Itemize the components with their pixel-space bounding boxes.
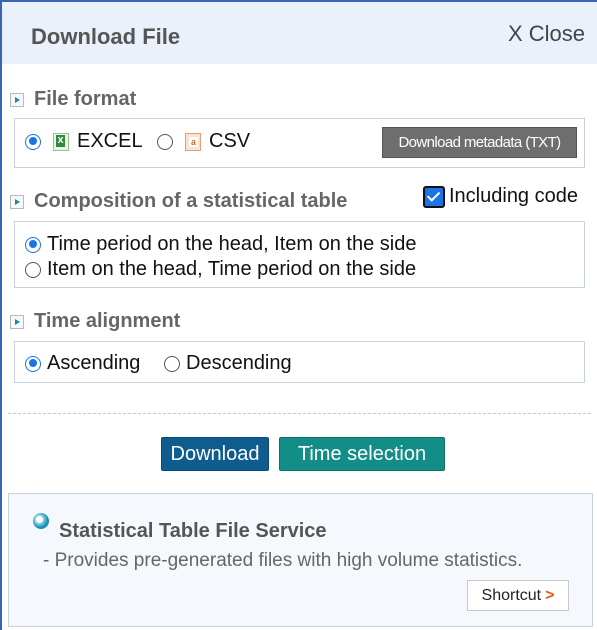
excel-file-icon <box>53 132 69 151</box>
service-description: - Provides pre-generated files with high… <box>43 550 523 571</box>
section-arrow-icon <box>10 194 24 209</box>
csv-radio[interactable] <box>157 133 173 150</box>
section-arrow-icon <box>10 314 24 329</box>
section-composition: Composition of a statistical table <box>10 190 347 213</box>
composition-option-item-head[interactable]: Item on the head, Time period on the sid… <box>25 258 416 281</box>
chevron-right-icon: > <box>545 586 555 604</box>
including-code-label: Including code <box>449 185 578 207</box>
ascending-radio[interactable] <box>25 355 41 372</box>
csv-file-icon <box>185 132 201 151</box>
file-format-heading: File format <box>34 88 137 110</box>
shortcut-button[interactable]: Shortcut > <box>467 580 569 611</box>
composition-option-time-head[interactable]: Time period on the head, Item on the sid… <box>25 233 416 256</box>
shortcut-label: Shortcut <box>481 586 542 604</box>
composition-heading: Composition of a statistical table <box>34 190 348 212</box>
section-time-alignment: Time alignment <box>10 310 180 333</box>
section-file-format: File format <box>10 88 136 111</box>
dialog-title: Download File <box>31 24 181 49</box>
time-selection-button[interactable]: Time selection <box>279 437 445 471</box>
bullet-icon <box>33 513 49 529</box>
download-button[interactable]: Download <box>161 437 269 471</box>
excel-radio[interactable] <box>25 133 41 150</box>
ascending-option[interactable]: Ascending <box>25 352 140 375</box>
download-metadata-button[interactable]: Download metadata (TXT) <box>382 127 577 158</box>
descending-label: Descending <box>186 352 292 374</box>
time-head-radio[interactable] <box>25 236 41 253</box>
close-button[interactable]: X Close <box>508 21 585 47</box>
descending-option[interactable]: Descending <box>164 352 292 375</box>
item-head-radio[interactable] <box>25 261 41 278</box>
including-code-option[interactable]: Including code <box>423 185 578 208</box>
dialog-header: Download File X Close <box>2 2 597 64</box>
csv-label: CSV <box>209 130 251 152</box>
excel-label: EXCEL <box>77 130 143 152</box>
section-arrow-icon <box>10 92 24 107</box>
ascending-label: Ascending <box>47 352 141 374</box>
service-title: Statistical Table File Service <box>59 520 327 542</box>
divider <box>8 413 591 414</box>
time-alignment-heading: Time alignment <box>34 310 181 332</box>
csv-option[interactable]: CSV <box>157 130 250 153</box>
time-head-label: Time period on the head, Item on the sid… <box>47 233 417 255</box>
including-code-checkbox[interactable] <box>423 185 445 208</box>
file-service-panel: Statistical Table File Service - Provide… <box>8 493 593 627</box>
item-head-label: Item on the head, Time period on the sid… <box>47 258 417 280</box>
descending-radio[interactable] <box>164 355 180 372</box>
excel-option[interactable]: EXCEL <box>25 130 143 153</box>
